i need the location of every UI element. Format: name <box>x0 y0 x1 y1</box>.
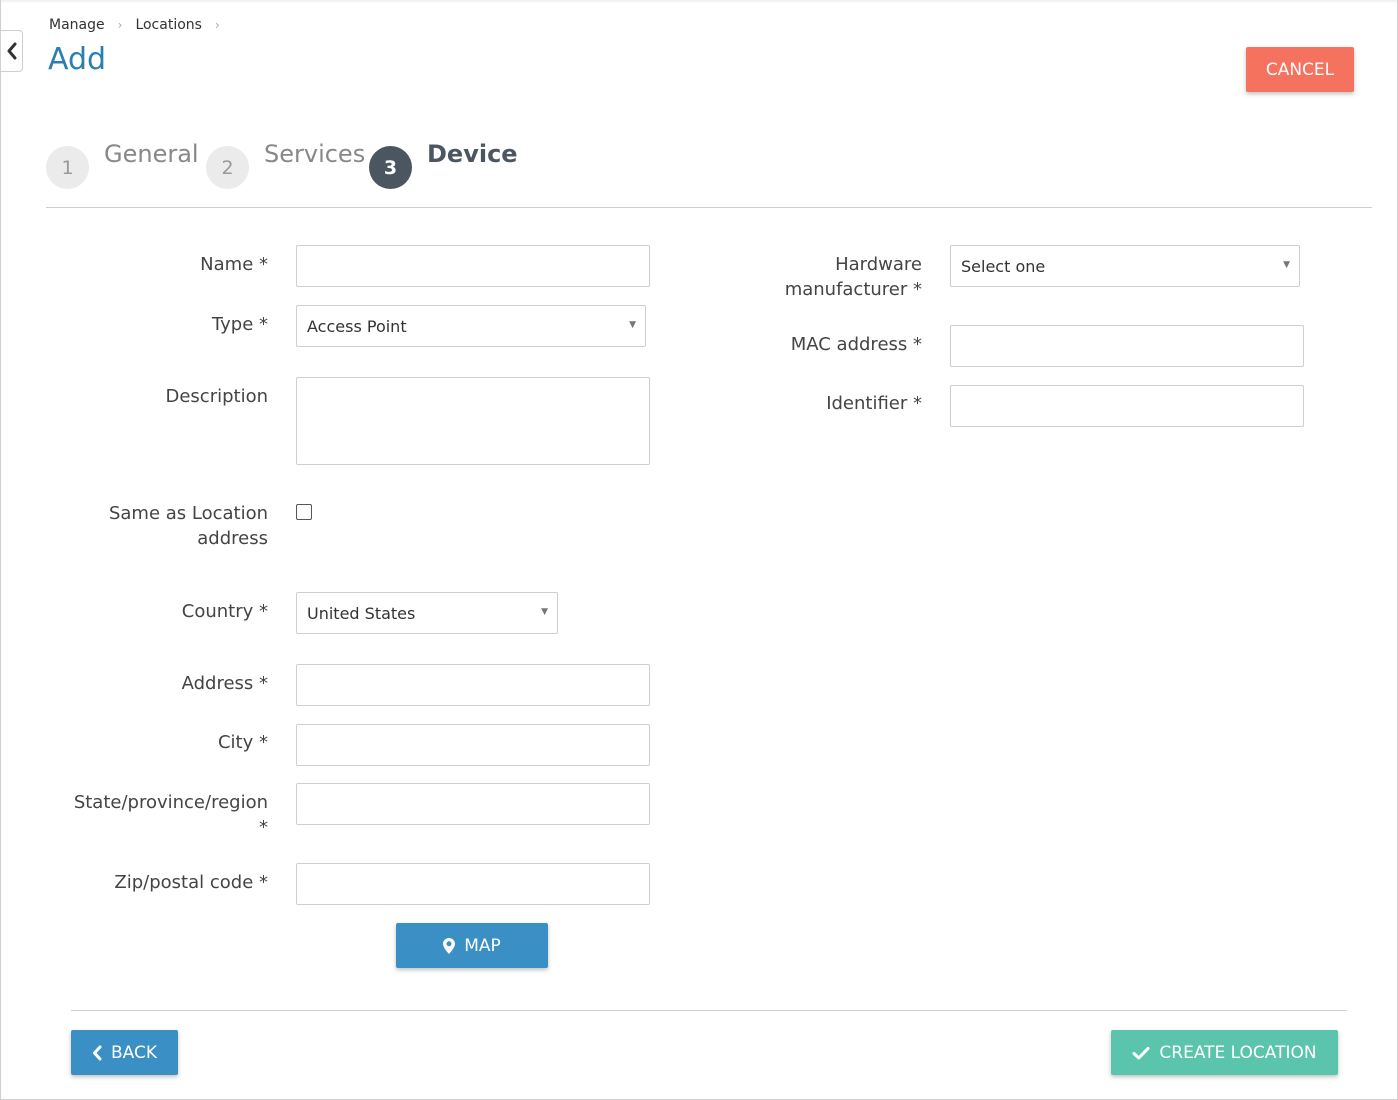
address-input[interactable] <box>296 664 650 706</box>
create-location-button-label: CREATE LOCATION <box>1159 1042 1317 1063</box>
type-select[interactable]: Access Point ▼ <box>296 305 646 347</box>
hardware-manufacturer-label-line2: manufacturer * <box>784 279 922 300</box>
address-label: Address * <box>181 673 268 694</box>
name-label: Name * <box>200 254 268 275</box>
step-services[interactable]: 2 Services <box>206 140 365 189</box>
caret-down-icon: ▼ <box>629 320 636 330</box>
step-label: Services <box>264 140 366 168</box>
step-number: 3 <box>369 146 412 189</box>
breadcrumb-item-manage[interactable]: Manage <box>49 17 105 33</box>
identifier-input[interactable] <box>950 385 1304 427</box>
hardware-manufacturer-select-value: Select one <box>961 256 1046 276</box>
chevron-right-icon: › <box>214 18 220 32</box>
divider <box>46 207 1372 208</box>
collapse-sidebar-button[interactable] <box>1 30 23 72</box>
hardware-manufacturer-label: Hardware manufacturer * <box>785 252 922 302</box>
state-input[interactable] <box>296 783 650 825</box>
page-frame: Manage › Locations › Add CANCEL 1 Genera… <box>0 0 1398 1100</box>
breadcrumb: Manage › Locations › <box>49 17 233 33</box>
country-select-value: United States <box>307 603 416 623</box>
cancel-button[interactable]: CANCEL <box>1246 47 1354 92</box>
step-label: Device <box>427 140 518 168</box>
same-as-location-label-line1: Same as Location <box>108 503 268 524</box>
same-as-location-checkbox[interactable] <box>296 504 312 520</box>
hardware-manufacturer-label-line1: Hardware <box>835 254 922 275</box>
type-label: Type * <box>211 314 268 335</box>
step-general[interactable]: 1 General <box>46 140 199 189</box>
hardware-manufacturer-select[interactable]: Select one ▼ <box>950 245 1300 287</box>
back-button-label: BACK <box>110 1042 157 1063</box>
zip-input[interactable] <box>296 863 650 905</box>
chevron-right-icon: › <box>117 18 123 32</box>
caret-down-icon: ▼ <box>1283 260 1290 270</box>
back-button[interactable]: BACK <box>71 1030 178 1075</box>
step-label: General <box>104 140 199 168</box>
name-input[interactable] <box>296 245 650 287</box>
step-device[interactable]: 3 Device <box>369 140 518 189</box>
description-textarea[interactable] <box>296 377 650 465</box>
identifier-label: Identifier * <box>826 393 922 414</box>
same-as-location-label: Same as Location address <box>109 501 268 551</box>
type-select-value: Access Point <box>307 316 407 336</box>
zip-label: Zip/postal code * <box>114 872 268 893</box>
state-label: State/province/region * <box>74 790 268 840</box>
map-marker-icon <box>443 937 456 954</box>
breadcrumb-item-locations[interactable]: Locations <box>135 17 202 33</box>
step-number: 1 <box>46 146 89 189</box>
city-label: City * <box>217 732 268 753</box>
country-select[interactable]: United States ▼ <box>296 592 558 634</box>
check-icon <box>1132 1046 1150 1059</box>
divider <box>71 1010 1347 1011</box>
mac-address-input[interactable] <box>950 325 1304 367</box>
page-title: Add <box>48 42 107 77</box>
chevron-left-icon <box>7 42 16 60</box>
state-label-line1: State/province/region <box>73 792 268 813</box>
map-button-label: MAP <box>464 935 501 956</box>
description-label: Description <box>165 386 268 407</box>
country-label: Country * <box>181 601 268 622</box>
city-input[interactable] <box>296 724 650 766</box>
caret-down-icon: ▼ <box>541 607 548 617</box>
same-as-location-label-line2: address <box>197 528 268 549</box>
create-location-button[interactable]: CREATE LOCATION <box>1111 1030 1338 1075</box>
cancel-button-label: CANCEL <box>1265 59 1335 80</box>
map-button[interactable]: MAP <box>396 923 548 968</box>
step-number: 2 <box>206 146 249 189</box>
state-label-line2: * <box>259 817 268 838</box>
chevron-left-icon <box>92 1045 102 1060</box>
mac-address-label: MAC address * <box>790 334 922 355</box>
